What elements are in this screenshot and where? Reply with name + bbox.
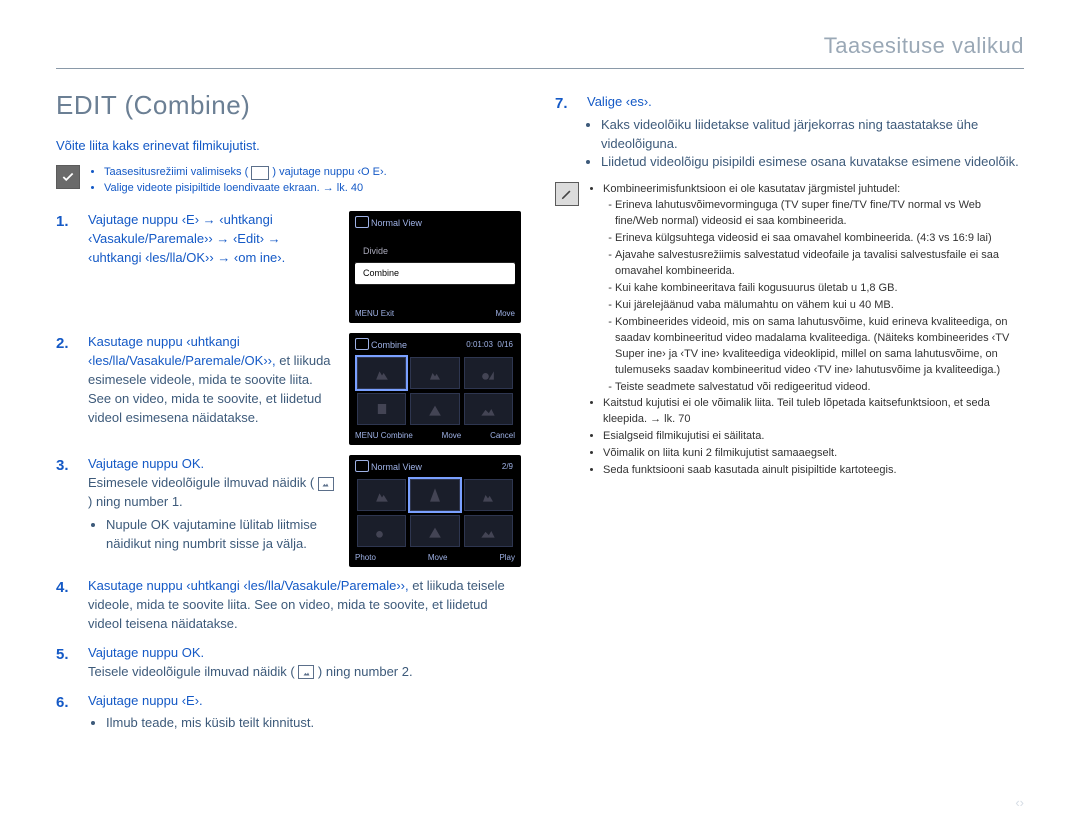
pencil-icon xyxy=(555,182,579,206)
substep: Ilmub teade, mis küsib teilt kinnitust. xyxy=(106,714,525,733)
tip-callout: Taasesitusrežiimi valimiseks ( ) vajutag… xyxy=(56,165,525,197)
note-item: Võimalik on liita kuni 2 filmikujutist s… xyxy=(603,446,1024,462)
step-text: Vajutage nuppu ‹E›. Ilmub teade, mis küs… xyxy=(88,692,525,734)
step-number: 3. xyxy=(56,455,74,567)
substep: Nupule OK vajutamine lülitab liitmise nä… xyxy=(106,516,335,554)
lcd-screenshot-2: Combine 0:01:03 0/16 MENU CombineMoveCan… xyxy=(349,333,521,445)
step-text: Valige ‹es›. Kaks videolõiku liidetakse … xyxy=(587,93,1024,172)
thumbnail-icon xyxy=(318,477,334,491)
lcd-screenshot-1: Normal View Divide Combine MENU ExitMove xyxy=(349,211,521,323)
result-item: Liidetud videolõigu pisipildi esimese os… xyxy=(601,153,1024,172)
step-number: 1. xyxy=(56,211,74,323)
intro-text: Võite liita kaks erinevat filmikujutist. xyxy=(56,137,525,156)
play-mode-icon xyxy=(251,166,269,180)
camera-icon xyxy=(355,338,369,350)
step-number: 2. xyxy=(56,333,74,445)
header-rule xyxy=(56,68,1024,69)
page-number: ‹› xyxy=(1015,794,1024,813)
note-item: Kombineerimisfunktsioon ei ole kasutatav… xyxy=(603,182,1024,395)
page-title: EDIT (Combine) xyxy=(56,87,525,125)
step-text: Vajutage nuppu ‹E› → ‹uhtkangi ‹Vasakule… xyxy=(88,211,335,323)
step-number: 4. xyxy=(56,577,74,634)
page-header: Taasesituse valikud xyxy=(56,30,1024,68)
note-item: Kaitstud kujutisi ei ole võimalik liita.… xyxy=(603,396,1024,428)
step-text: Kasutage nuppu ‹uhtkangi ‹les/lla/Vasaku… xyxy=(88,577,525,634)
tip-item: Taasesitusrežiimi valimiseks ( ) vajutag… xyxy=(104,165,387,181)
note-item: Esialgseid filmikujutisi ei säilitata. xyxy=(603,429,1024,445)
step-text: Vajutage nuppu OK. Esimesele videolõigul… xyxy=(88,455,335,567)
note-callout: Kombineerimisfunktsioon ei ole kasutatav… xyxy=(555,182,1024,480)
lcd-screenshot-3: Normal View 2/9 PhotoMovePlay xyxy=(349,455,521,567)
thumbnail-icon xyxy=(298,665,314,679)
step-number: 5. xyxy=(56,644,74,682)
step-number: 7. xyxy=(555,93,573,172)
step-number: 6. xyxy=(56,692,74,734)
step-text: Vajutage nuppu OK. Teisele videolõigule … xyxy=(88,644,525,682)
result-item: Kaks videolõiku liidetakse valitud järje… xyxy=(601,116,1024,154)
camera-icon xyxy=(355,216,369,228)
check-icon xyxy=(56,165,80,189)
camera-icon xyxy=(355,460,369,472)
tip-item: Valige videote pisipiltide loendivaate e… xyxy=(104,181,387,197)
note-item: Seda funktsiooni saab kasutada ainult pi… xyxy=(603,463,1024,479)
step-text: Kasutage nuppu ‹uhtkangi ‹les/lla/Vasaku… xyxy=(88,333,335,445)
